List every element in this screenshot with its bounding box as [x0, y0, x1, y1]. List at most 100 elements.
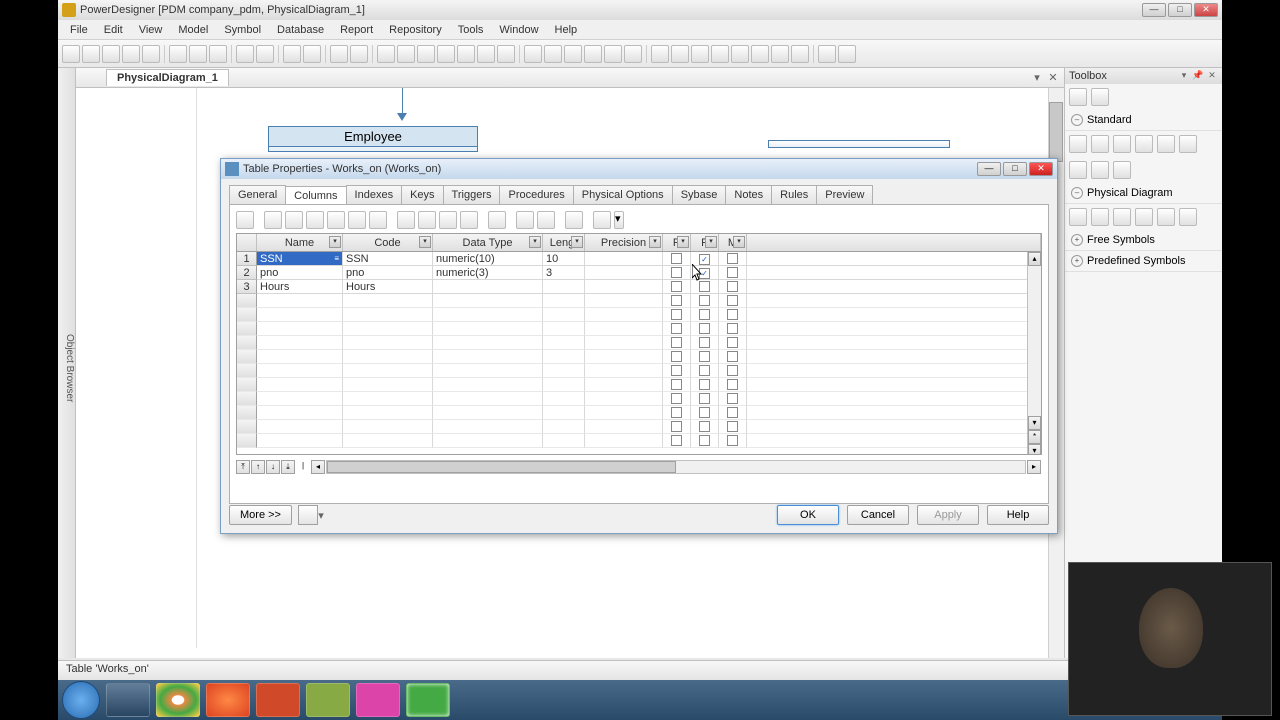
cancel-button[interactable]: Cancel [847, 505, 909, 525]
dropdown-icon[interactable]: ▾ [705, 236, 717, 248]
toolbar-db5-icon[interactable] [457, 45, 475, 63]
scroll-new-icon[interactable]: * [1028, 430, 1041, 444]
taskbar-powerpoint[interactable] [256, 683, 300, 717]
file-icon[interactable] [1179, 208, 1197, 226]
dlg-tb-new-icon[interactable] [327, 211, 345, 229]
pkg-icon[interactable] [1157, 208, 1175, 226]
cell-precision[interactable] [585, 280, 663, 294]
toolbar-win7-icon[interactable] [771, 45, 789, 63]
toolbar-copy-icon[interactable] [189, 45, 207, 63]
checkbox-icon[interactable] [671, 337, 682, 348]
toolbar-win5-icon[interactable] [731, 45, 749, 63]
tab-general[interactable]: General [229, 185, 286, 204]
checkbox-icon[interactable] [727, 421, 738, 432]
tab-procedures[interactable]: Procedures [499, 185, 573, 204]
collapse-icon[interactable]: – [1071, 114, 1083, 126]
apply-button[interactable]: Apply [917, 505, 979, 525]
dropdown-icon[interactable]: ▾ [733, 236, 745, 248]
cell-mandatory[interactable] [719, 280, 747, 294]
dlg-tb-star-icon[interactable] [369, 211, 387, 229]
checkbox-icon[interactable] [727, 407, 738, 418]
tab-indexes[interactable]: Indexes [346, 185, 403, 204]
taskbar-explorer[interactable] [106, 683, 150, 717]
toolbox-group-physical[interactable]: – Physical Diagram [1065, 183, 1222, 204]
view-icon[interactable] [1091, 208, 1109, 226]
toolbar-check-icon[interactable] [524, 45, 542, 63]
toolbar-prop-icon[interactable] [330, 45, 348, 63]
dlg-tb-open-icon[interactable] [348, 211, 366, 229]
dropdown-icon[interactable]: ▾ [649, 236, 661, 248]
menu-symbol[interactable]: Symbol [216, 22, 269, 38]
toolbar-paste-icon[interactable] [209, 45, 227, 63]
row-header[interactable] [237, 392, 257, 406]
tab-preview[interactable]: Preview [816, 185, 873, 204]
row-header[interactable] [237, 434, 257, 448]
dlg-tb-copy-icon[interactable] [418, 211, 436, 229]
cell-name[interactable]: Hours [257, 280, 343, 294]
scroll-end-icon[interactable]: ▾ [1028, 444, 1041, 455]
dlg-tb-paste-icon[interactable] [439, 211, 457, 229]
taskbar-firefox[interactable] [206, 683, 250, 717]
toolbar-print2-icon[interactable] [838, 45, 856, 63]
toolbox-dropdown-icon[interactable]: ▾ [1178, 70, 1190, 82]
document-tab[interactable]: PhysicalDiagram_1 [106, 69, 229, 86]
cell-length[interactable]: 10 [543, 252, 585, 266]
toolbar-win2-icon[interactable] [671, 45, 689, 63]
toolbox-view-large-icon[interactable] [1069, 88, 1087, 106]
toolbar-saveall-icon[interactable] [122, 45, 140, 63]
checkbox-icon[interactable] [699, 393, 710, 404]
zoom-fit-icon[interactable] [1157, 135, 1175, 153]
expand-icon[interactable]: + [1071, 234, 1083, 246]
checkbox-icon[interactable] [671, 267, 682, 278]
hand-icon[interactable] [1091, 135, 1109, 153]
taskbar-app5[interactable] [306, 683, 350, 717]
nav-first-icon[interactable]: ⤒ [236, 460, 250, 474]
checkbox-icon[interactable] [699, 435, 710, 446]
toolbar-cut-icon[interactable] [169, 45, 187, 63]
row-header[interactable] [237, 406, 257, 420]
checkbox-icon[interactable] [671, 365, 682, 376]
cell-name[interactable]: SSN≡ [257, 252, 343, 266]
dialog-titlebar[interactable]: Table Properties - Works_on (Works_on) —… [221, 159, 1057, 179]
menu-repository[interactable]: Repository [381, 22, 450, 38]
toolbox-pin-icon[interactable]: 📌 [1192, 70, 1204, 82]
col-header-primary[interactable]: P▾ [663, 234, 691, 251]
checkbox-icon[interactable] [671, 393, 682, 404]
tab-rules[interactable]: Rules [771, 185, 817, 204]
checkbox-icon[interactable] [671, 281, 682, 292]
row-header[interactable]: 1 [237, 252, 257, 266]
row-header[interactable] [237, 378, 257, 392]
row-header[interactable] [237, 420, 257, 434]
dlg-tb-find-icon[interactable] [488, 211, 506, 229]
toolbar-list-icon[interactable] [350, 45, 368, 63]
checkbox-icon[interactable] [699, 365, 710, 376]
checkbox-icon[interactable] [699, 323, 710, 334]
checkbox-icon[interactable] [671, 323, 682, 334]
checkbox-icon[interactable]: ✓ [699, 254, 710, 265]
dlg-tb-customize-icon[interactable] [537, 211, 555, 229]
checkbox-icon[interactable] [699, 337, 710, 348]
dlg-tb-addcopy-icon[interactable] [306, 211, 324, 229]
menu-window[interactable]: Window [491, 22, 546, 38]
checkbox-icon[interactable] [727, 295, 738, 306]
more-dropdown-icon[interactable] [298, 505, 318, 525]
dropdown-icon[interactable]: ▾ [419, 236, 431, 248]
row-header[interactable] [237, 336, 257, 350]
proc-icon[interactable] [1135, 208, 1153, 226]
col-header-datatype[interactable]: Data Type▾ [433, 234, 543, 251]
tab-sybase[interactable]: Sybase [672, 185, 727, 204]
table-row[interactable]: 2pnopnonumeric(3)3✓ [237, 266, 1041, 280]
toolbar-db2-icon[interactable] [397, 45, 415, 63]
row-header[interactable]: 3 [237, 280, 257, 294]
toolbox-close-icon[interactable]: ✕ [1206, 70, 1218, 82]
cell-code[interactable]: pno [343, 266, 433, 280]
col-header-name[interactable]: Name▾ [257, 234, 343, 251]
entity-other[interactable] [768, 140, 950, 148]
cell-datatype[interactable] [433, 280, 543, 294]
nav-right-icon[interactable]: ▸ [1027, 460, 1041, 474]
minimize-button[interactable]: — [1142, 3, 1166, 17]
toolbar-style-icon[interactable] [564, 45, 582, 63]
dropdown-icon[interactable]: ▾ [571, 236, 583, 248]
entity-employee[interactable]: Employee [268, 126, 478, 152]
checkbox-icon[interactable] [671, 421, 682, 432]
